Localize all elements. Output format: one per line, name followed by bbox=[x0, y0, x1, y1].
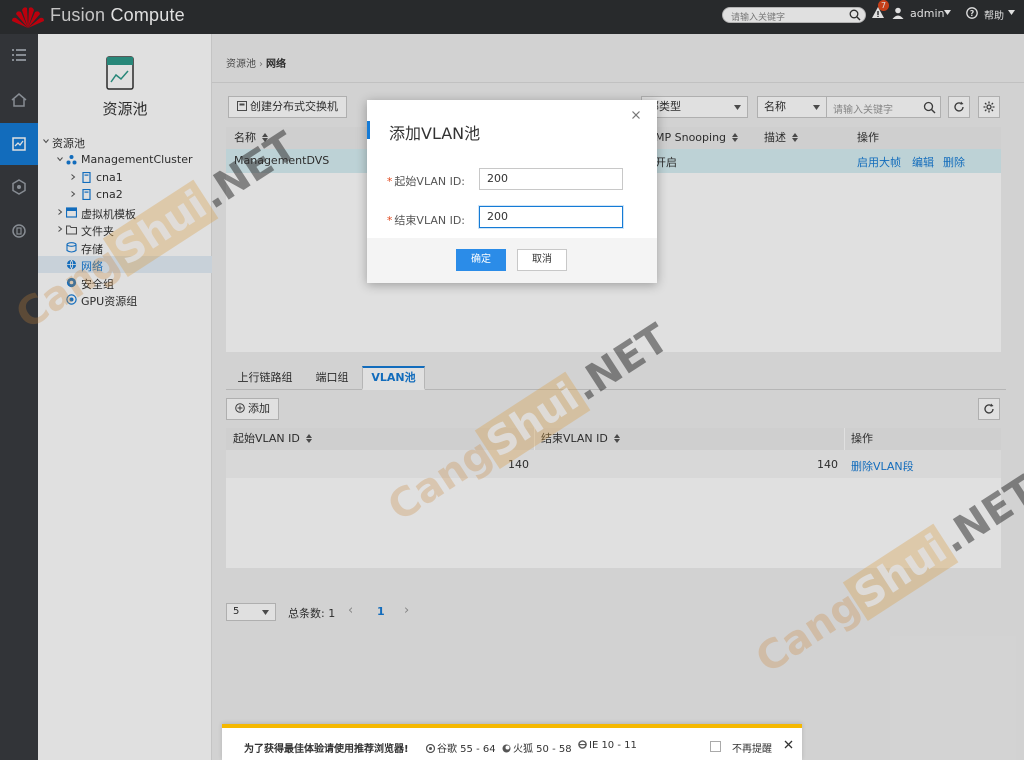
cancel-button[interactable]: 取消 bbox=[517, 249, 567, 271]
confirm-button[interactable]: 确定 bbox=[456, 249, 506, 271]
ie-version: IE 10 - 11 bbox=[578, 740, 637, 751]
required-mark: * bbox=[386, 175, 393, 188]
dont-remind-label[interactable]: 不再提醒 bbox=[732, 740, 772, 755]
close-icon[interactable] bbox=[631, 110, 641, 120]
start-vlan-input[interactable]: 200 bbox=[479, 168, 623, 190]
end-vlan-input[interactable]: 200 bbox=[479, 206, 623, 228]
close-icon[interactable] bbox=[784, 740, 793, 749]
required-mark: * bbox=[386, 214, 393, 227]
chrome-icon bbox=[426, 744, 435, 753]
ie-icon bbox=[578, 740, 587, 749]
dialog-accent-bar bbox=[367, 121, 370, 139]
add-vlan-pool-dialog: 添加VLAN池 * 起始VLAN ID: 200 * 结束VLAN ID: 200 … bbox=[367, 100, 657, 283]
dont-remind-checkbox[interactable] bbox=[710, 741, 721, 752]
dialog-title: 添加VLAN池 bbox=[389, 124, 481, 143]
browser-notice-text: 为了获得最佳体验请使用推荐浏览器! bbox=[244, 744, 409, 755]
browser-notice-bar: 为了获得最佳体验请使用推荐浏览器! 谷歌 55 - 64 火狐 50 - 58 … bbox=[222, 724, 802, 760]
start-vlan-label: * 起始VLAN ID: bbox=[386, 175, 465, 188]
firefox-version: 火狐 50 - 58 bbox=[502, 740, 572, 755]
dialog-footer: 确定 取消 bbox=[367, 238, 657, 283]
chrome-version: 谷歌 55 - 64 bbox=[426, 740, 496, 755]
end-vlan-label: * 结束VLAN ID: bbox=[386, 214, 465, 227]
firefox-icon bbox=[502, 744, 511, 753]
